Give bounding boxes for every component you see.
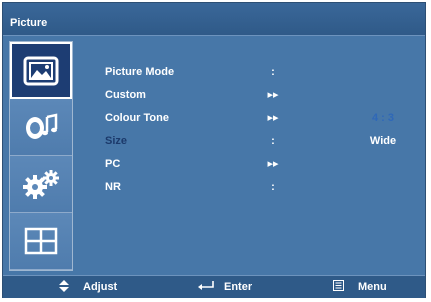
menu-item-nr[interactable]: NR [105,180,121,194]
footer-adjust: Adjust [59,279,117,295]
footer-enter-label: Enter [224,281,253,293]
submenu-arrows-icon: ▸▸ [267,158,279,170]
setup-icon [22,169,60,199]
menu-item-colour-tone[interactable]: Colour Tone [105,111,169,125]
footer-adjust-label: Adjust [83,281,118,293]
footer-menu: Menu [333,279,387,295]
menu-item-size[interactable]: Size [105,134,127,148]
enter-icon [198,280,214,294]
submenu-arrows-icon: ▸▸ [267,112,279,124]
menu-value-option[interactable]: 4 : 3 [353,111,413,125]
osd-menu-panel: Picture Picture Mode: Custom ▸▸ Colour … [2,2,426,298]
window-title: Picture [10,17,48,29]
tab-setup[interactable] [10,156,72,213]
menu-item-picture-mode[interactable]: Picture Mode [105,65,174,79]
menu-icon [333,280,344,294]
menu-separator: : [271,135,275,147]
up-down-arrows-icon [59,279,69,295]
footer-help-bar: Adjust Enter Menu [3,275,425,298]
footer-menu-label: Menu [358,281,387,293]
sound-icon [23,112,59,142]
layout-icon [23,226,59,256]
footer-enter: Enter [198,279,252,295]
menu-value-size[interactable]: Wide [353,134,413,148]
tab-layout[interactable] [10,213,72,270]
tab-picture[interactable] [10,42,72,99]
picture-icon [23,56,59,86]
title-bar: Picture [3,3,425,36]
menu-separator: : [271,181,275,193]
menu-separator: : [271,66,275,78]
submenu-arrows-icon: ▸▸ [267,89,279,101]
tab-sound[interactable] [10,99,72,156]
category-tab-column [9,41,73,271]
menu-item-custom[interactable]: Custom [105,88,146,102]
menu-item-pc[interactable]: PC [105,157,120,171]
